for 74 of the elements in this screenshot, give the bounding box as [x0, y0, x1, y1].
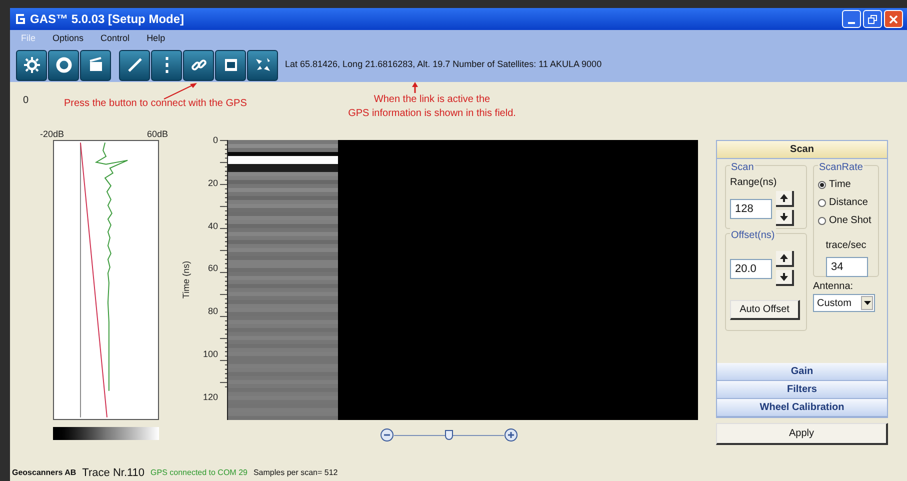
increase-button[interactable]: [776, 251, 794, 267]
close-icon: [889, 14, 898, 24]
radio-button[interactable]: [818, 180, 826, 188]
tick-label: 20: [208, 178, 218, 188]
dotted-line-icon: [164, 57, 168, 73]
status-trace: Trace Nr.110: [82, 466, 145, 481]
auto-offset-button[interactable]: Auto Offset: [730, 300, 800, 320]
counter-value: 0: [23, 94, 29, 108]
field-label: trace/sec: [824, 239, 868, 253]
toolbar-button[interactable]: [247, 50, 278, 80]
minimize-icon: [848, 22, 855, 24]
decrease-button[interactable]: [776, 210, 794, 226]
gps-info-text: Lat 65.81426, Long 21.6816283, Alt. 19.7 Number of Satellites: 11 AKULA 9000: [285, 58, 602, 72]
increase-button[interactable]: [776, 191, 794, 207]
zoom-out-icon: [380, 428, 394, 442]
field-label: Antenna:: [813, 280, 854, 294]
tick-label: 120: [202, 392, 218, 402]
section-header[interactable]: Filters: [717, 381, 887, 399]
section-header[interactable]: Wheel Calibration: [717, 399, 887, 417]
section-header[interactable]: Scan: [717, 141, 887, 159]
restore-icon: [868, 14, 877, 24]
toolbar-button[interactable]: [80, 50, 111, 80]
window-title: GAS™ 5.0.03 [Setup Mode]: [30, 11, 184, 28]
minimize-button[interactable]: [842, 10, 861, 28]
offset-field[interactable]: 20.0: [730, 258, 772, 278]
status-company: Geoscanners AB: [12, 467, 76, 479]
annotation-text: Press the button to connect with the GPS: [64, 97, 247, 111]
toolbar-button[interactable]: [151, 50, 182, 80]
rate-field[interactable]: 34: [826, 257, 868, 277]
app-logo-icon: [14, 13, 26, 25]
radio-option[interactable]: Time: [818, 177, 874, 192]
slider-thumb[interactable]: [445, 430, 453, 440]
section-header[interactable]: Gain: [717, 363, 887, 381]
toolbar-button[interactable]: [48, 50, 79, 80]
toolbar-button[interactable]: [215, 50, 246, 80]
radio-button[interactable]: [818, 198, 826, 206]
zoom-in-icon: [504, 428, 518, 442]
tick-label: 60: [208, 264, 218, 274]
toolbar-button[interactable]: [183, 50, 214, 80]
ring-icon: [54, 55, 74, 75]
tick-label: 0: [212, 136, 218, 145]
status-gps: GPS connected to COM 29: [150, 467, 248, 479]
annotation-text: When the link is active the GPS information is shown in this field.: [347, 93, 517, 121]
radio-option[interactable]: Distance: [818, 195, 874, 210]
radio-button[interactable]: [818, 216, 826, 224]
status-samples: Samples per scan= 512: [253, 467, 338, 479]
annotation-arrow: [412, 82, 418, 93]
axis-title: Time (ns): [180, 260, 192, 301]
gear-icon: [22, 55, 42, 75]
tick-label: 100: [202, 350, 218, 360]
down-arrow-icon: [780, 273, 788, 281]
up-arrow-icon: [780, 254, 788, 262]
toolbar-button[interactable]: [119, 50, 150, 80]
menu-item[interactable]: Control: [100, 32, 130, 46]
apply-button[interactable]: Apply: [716, 423, 888, 445]
menu-item[interactable]: Help: [146, 32, 166, 46]
antenna-dropdown[interactable]: Custom: [813, 294, 875, 312]
range-field[interactable]: 128: [730, 198, 772, 218]
group-title: Offset(ns): [730, 228, 776, 243]
radio-option[interactable]: One Shot: [818, 213, 874, 228]
axis-label: -20dB: [40, 128, 64, 138]
decrease-button[interactable]: [776, 270, 794, 286]
menu-item[interactable]: Options: [52, 32, 84, 46]
axis-label: 60dB: [146, 128, 168, 138]
field-label: Range(ns): [730, 176, 778, 190]
restore-button[interactable]: [863, 10, 882, 28]
caret-icon: [864, 301, 870, 305]
close-button[interactable]: [884, 10, 903, 28]
tick-label: 80: [208, 307, 218, 316]
tick-label: 40: [208, 222, 218, 231]
toolbar-button[interactable]: [16, 50, 47, 80]
up-arrow-icon: [780, 194, 788, 202]
down-arrow-icon: [780, 213, 788, 221]
annotation-arrow: [162, 82, 198, 100]
